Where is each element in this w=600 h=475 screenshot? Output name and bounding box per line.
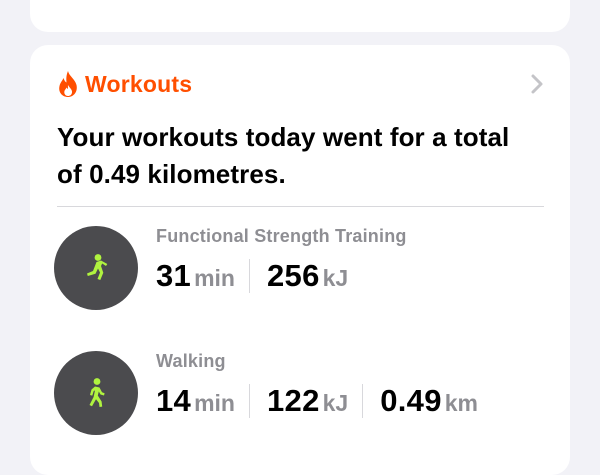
divider bbox=[57, 206, 544, 207]
energy-value: 256 bbox=[266, 258, 320, 293]
workout-metrics: 31 min 256 kJ bbox=[156, 258, 348, 294]
distance-value: 0.49 bbox=[380, 383, 442, 418]
duration-value: 31 bbox=[156, 258, 192, 293]
distance-metric: 0.49 km bbox=[380, 383, 478, 419]
duration-unit: min bbox=[194, 265, 235, 291]
duration-metric: 14 min bbox=[156, 383, 235, 419]
workout-metrics: 14 min 122 kJ 0.49 km bbox=[156, 383, 478, 419]
workouts-card-header[interactable]: Workouts bbox=[57, 70, 192, 98]
distance-unit: km bbox=[444, 390, 478, 416]
walking-icon bbox=[54, 351, 138, 435]
workout-row-walking[interactable]: Walking 14 min 122 kJ 0.49 km bbox=[54, 351, 554, 441]
workout-summary: Your workouts today went for a total of … bbox=[57, 122, 510, 189]
metric-separator bbox=[248, 384, 250, 418]
duration-value: 14 bbox=[156, 383, 192, 418]
metric-separator bbox=[248, 259, 250, 293]
energy-metric: 256 kJ bbox=[267, 258, 348, 294]
card-title: Workouts bbox=[85, 70, 193, 97]
chevron-right-icon[interactable] bbox=[530, 73, 544, 95]
workouts-card[interactable]: Workouts Your workouts today went for a … bbox=[30, 45, 570, 475]
workout-row-functional-strength[interactable]: Functional Strength Training 31 min 256 … bbox=[54, 226, 554, 316]
previous-card bbox=[30, 0, 570, 32]
workout-name: Functional Strength Training bbox=[156, 226, 407, 246]
duration-metric: 31 min bbox=[156, 258, 235, 294]
energy-unit: kJ bbox=[322, 265, 349, 291]
flame-icon bbox=[57, 70, 79, 98]
metric-separator bbox=[362, 384, 364, 418]
functional-strength-icon bbox=[54, 226, 138, 310]
energy-metric: 122 kJ bbox=[267, 383, 348, 419]
duration-unit: min bbox=[194, 390, 235, 416]
energy-unit: kJ bbox=[322, 390, 349, 416]
energy-value: 122 bbox=[266, 383, 320, 418]
workout-name: Walking bbox=[156, 351, 226, 371]
